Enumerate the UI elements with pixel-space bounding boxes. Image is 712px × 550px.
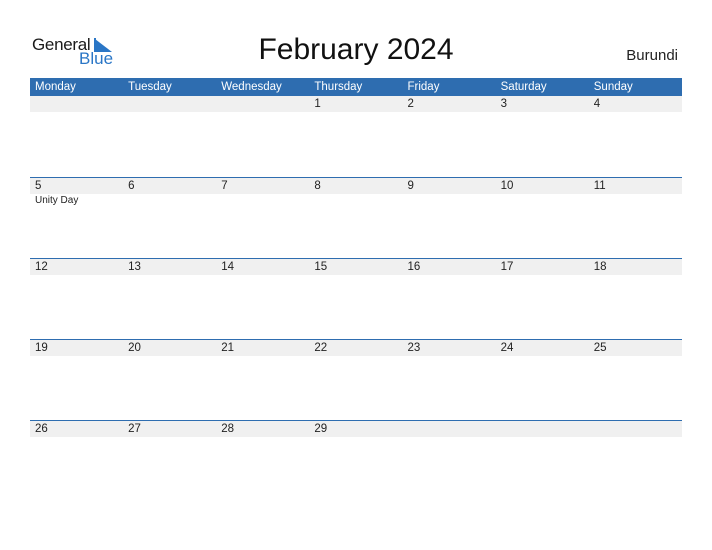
day-number: 13 (128, 261, 141, 273)
day-number: 19 (35, 342, 48, 354)
day-number: 20 (128, 342, 141, 354)
day-number-bar: 19 20 21 22 23 24 25 (30, 340, 682, 356)
day-number (403, 421, 496, 437)
day-number: 15 (314, 261, 328, 273)
holiday-event (496, 194, 589, 207)
holiday-event (589, 194, 682, 207)
day-number: 6 (128, 180, 135, 192)
day-number (216, 96, 309, 112)
weekday-sunday: Sunday (593, 81, 633, 93)
day-number: 29 (314, 423, 328, 435)
calendar-week: 19 20 21 22 23 24 25 (30, 339, 682, 420)
day-number: 11 (593, 180, 606, 192)
page-title: February 2024 (258, 33, 454, 66)
holiday-event (123, 194, 216, 207)
day-number: 16 (407, 261, 421, 273)
day-number: 1 (314, 98, 321, 110)
day-number: 5 (35, 180, 42, 192)
day-number-bar: 26 27 28 29 (30, 421, 682, 437)
holiday-event (216, 194, 309, 207)
day-number: 14 (221, 261, 235, 273)
day-number (30, 96, 123, 112)
day-number: 23 (407, 342, 421, 354)
calendar-week: 1 2 3 4 (30, 96, 682, 177)
day-number: 21 (221, 342, 235, 354)
day-number: 7 (221, 180, 228, 192)
day-number (589, 421, 682, 437)
holiday-event: Unity Day (35, 195, 79, 206)
holiday-event (309, 194, 402, 207)
day-number: 3 (500, 98, 508, 110)
calendar-week: 12 13 14 15 16 17 18 (30, 258, 682, 339)
weekday-wednesday: Wednesday (221, 81, 282, 93)
events-row: Unity Day (30, 194, 682, 207)
day-number: 18 (593, 261, 607, 273)
day-number: 2 (407, 98, 414, 110)
day-number-bar: 1 2 3 4 (30, 96, 682, 112)
weekday-thursday: Thursday (314, 81, 363, 93)
day-number (123, 96, 216, 112)
day-number: 17 (500, 261, 514, 273)
day-number: 26 (35, 423, 48, 435)
day-number-bar: 5 6 7 8 9 10 11 (30, 178, 682, 194)
day-number: 24 (500, 342, 514, 354)
holiday-event (403, 194, 496, 207)
day-number (496, 421, 589, 437)
day-number: 27 (128, 423, 141, 435)
day-number: 28 (221, 423, 235, 435)
day-number: 25 (593, 342, 607, 354)
weekday-tuesday: Tuesday (128, 81, 172, 93)
weekday-friday: Friday (407, 81, 440, 93)
country-label: Burundi (626, 47, 678, 64)
weekday-saturday: Saturday (500, 81, 547, 93)
day-number: 12 (35, 261, 48, 273)
day-number: 10 (500, 180, 514, 192)
day-number: 9 (407, 180, 414, 192)
day-number: 22 (314, 342, 328, 354)
day-number: 4 (593, 98, 601, 110)
calendar-week: 5 6 7 8 9 10 11 Unity Day (30, 177, 682, 258)
weekday-header: Monday Tuesday Wednesday Thursday Friday… (30, 78, 682, 96)
day-number-bar: 12 13 14 15 16 17 18 (30, 259, 682, 275)
day-number: 8 (314, 180, 321, 192)
weekday-monday: Monday (35, 81, 76, 93)
calendar-week: 26 27 28 29 (30, 420, 682, 501)
